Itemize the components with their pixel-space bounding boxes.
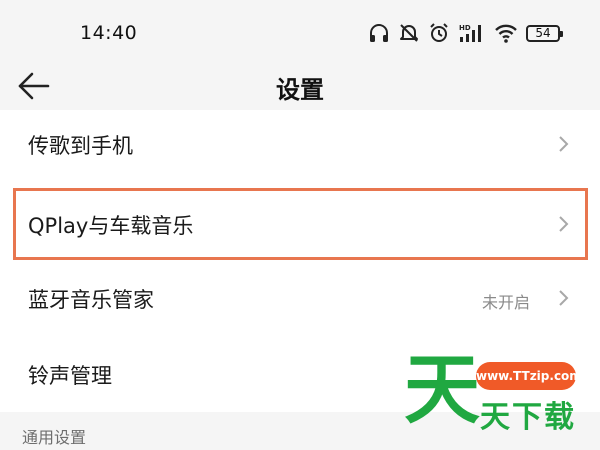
battery-icon: 54 <box>526 24 563 42</box>
row-label: 蓝牙音乐管家 <box>28 288 154 312</box>
headphones-icon <box>368 22 390 44</box>
nav-header: 设置 <box>0 62 600 110</box>
chevron-right-icon <box>558 214 570 234</box>
chevron-right-icon <box>558 288 570 308</box>
battery-level: 54 <box>535 25 551 40</box>
settings-row-transfer-songs[interactable]: 传歌到手机 <box>0 110 600 178</box>
status-bar: 14:40 HD 54 <box>0 0 600 62</box>
page-title: 设置 <box>276 76 324 104</box>
phone-screen: 14:40 HD 54 设置 传歌到手机 QPlay与车载音乐 蓝牙音乐管家 未… <box>0 0 600 450</box>
settings-row-ringtone[interactable]: 铃声管理 <box>0 340 600 408</box>
row-label: 铃声管理 <box>28 364 112 388</box>
mute-icon <box>398 22 420 44</box>
status-icons: HD 54 <box>368 19 563 47</box>
settings-row-bluetooth-music[interactable]: 蓝牙音乐管家 未开启 <box>0 264 600 332</box>
section-header-general: 通用设置 <box>22 428 87 447</box>
settings-row-qplay[interactable]: QPlay与车载音乐 <box>0 190 600 258</box>
status-time: 14:40 <box>80 22 138 44</box>
alarm-icon <box>428 22 450 44</box>
signal-icon: HD <box>458 22 486 44</box>
settings-list: 传歌到手机 QPlay与车载音乐 蓝牙音乐管家 未开启 铃声管理 <box>0 110 600 412</box>
row-label: 传歌到手机 <box>28 134 133 158</box>
row-status-value: 未开启 <box>481 293 530 312</box>
wifi-icon <box>494 22 518 44</box>
chevron-right-icon <box>558 134 570 154</box>
row-label: QPlay与车载音乐 <box>28 214 194 238</box>
network-label: HD <box>459 24 471 32</box>
